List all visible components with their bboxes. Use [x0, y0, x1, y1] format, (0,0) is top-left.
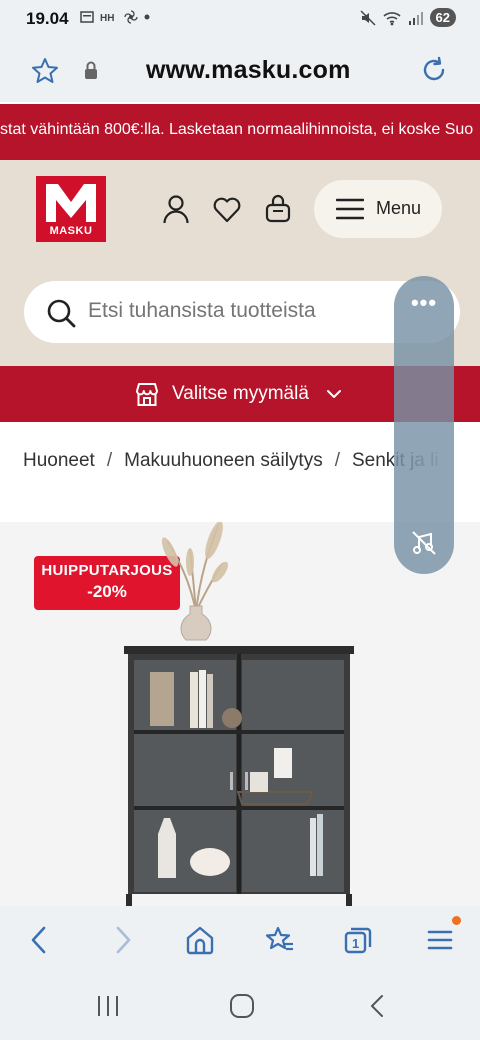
svg-text:1: 1: [352, 936, 359, 951]
floating-side-panel[interactable]: •••: [394, 276, 454, 574]
svg-text:HH: HH: [100, 13, 114, 23]
promo-banner[interactable]: stat vähintään 800€:lla. Lasketaan norma…: [0, 104, 480, 160]
cabinet-product-image: [124, 522, 354, 906]
user-icon[interactable]: [162, 194, 190, 224]
system-nav-bar: [0, 972, 480, 1040]
masku-logo[interactable]: MASKU: [36, 176, 106, 242]
notification-dot: [452, 916, 461, 925]
menu-button[interactable]: Menu: [314, 180, 442, 238]
logo-m-mark: [46, 184, 96, 222]
mute-icon: [360, 9, 376, 26]
browser-bottom-nav: 1: [0, 906, 480, 972]
dot-icon: [144, 14, 150, 20]
system-home-icon[interactable]: [228, 992, 256, 1020]
browser-menu-icon[interactable]: [424, 924, 456, 956]
heart-icon[interactable]: [212, 194, 242, 224]
mute-video-icon[interactable]: [411, 530, 437, 556]
breadcrumb: Huoneet/Makuuhuoneen säilytys/Senkit ja …: [0, 444, 460, 480]
status-notification-icons: HH: [80, 10, 150, 24]
back-icon[interactable]: [24, 924, 56, 956]
product-image-area[interactable]: HUIPPUTARJOUS -20%: [0, 522, 480, 906]
gallery-icon: [80, 11, 94, 23]
hamburger-icon: [336, 198, 364, 220]
status-time: 19.04: [26, 9, 69, 28]
breadcrumb-item-rooms[interactable]: Huoneet: [23, 450, 95, 471]
browser-url-bar: www.masku.com: [0, 38, 480, 102]
promo-text: stat vähintään 800€:lla. Lasketaan norma…: [0, 121, 474, 138]
recents-icon[interactable]: [94, 992, 122, 1020]
wifi-icon: [382, 11, 401, 25]
search-input[interactable]: [88, 299, 388, 323]
battery-indicator: 62: [429, 8, 456, 27]
system-back-icon[interactable]: [364, 992, 392, 1020]
forward-icon[interactable]: [106, 924, 138, 956]
breadcrumb-separator: /: [334, 450, 340, 471]
search-icon: [47, 299, 76, 328]
chevron-down-icon: [327, 390, 341, 398]
menu-label: Menu: [376, 198, 422, 218]
lock-icon[interactable]: [82, 60, 100, 80]
store-icon: [136, 383, 158, 406]
breadcrumb-item-bedroom-storage[interactable]: Makuuhuoneen säilytys: [124, 450, 323, 471]
breadcrumb-separator: /: [106, 450, 113, 471]
hh-icon: HH: [100, 13, 114, 23]
fan-icon: [124, 10, 138, 24]
home-icon[interactable]: [184, 924, 216, 956]
bookmarks-icon[interactable]: [264, 924, 296, 956]
logo-text: MASKU: [49, 225, 93, 237]
store-selector-label: Valitse myymälä: [172, 383, 309, 404]
shopping-bag-icon[interactable]: [264, 194, 292, 224]
reload-icon[interactable]: [418, 54, 450, 86]
url-text[interactable]: www.masku.com: [146, 56, 351, 85]
signal-icon: [408, 11, 423, 25]
tabs-icon[interactable]: 1: [342, 924, 374, 956]
more-options-icon[interactable]: •••: [394, 290, 454, 316]
status-bar: 19.04 HH 62: [0, 0, 480, 38]
bookmark-star-icon[interactable]: [30, 56, 60, 86]
